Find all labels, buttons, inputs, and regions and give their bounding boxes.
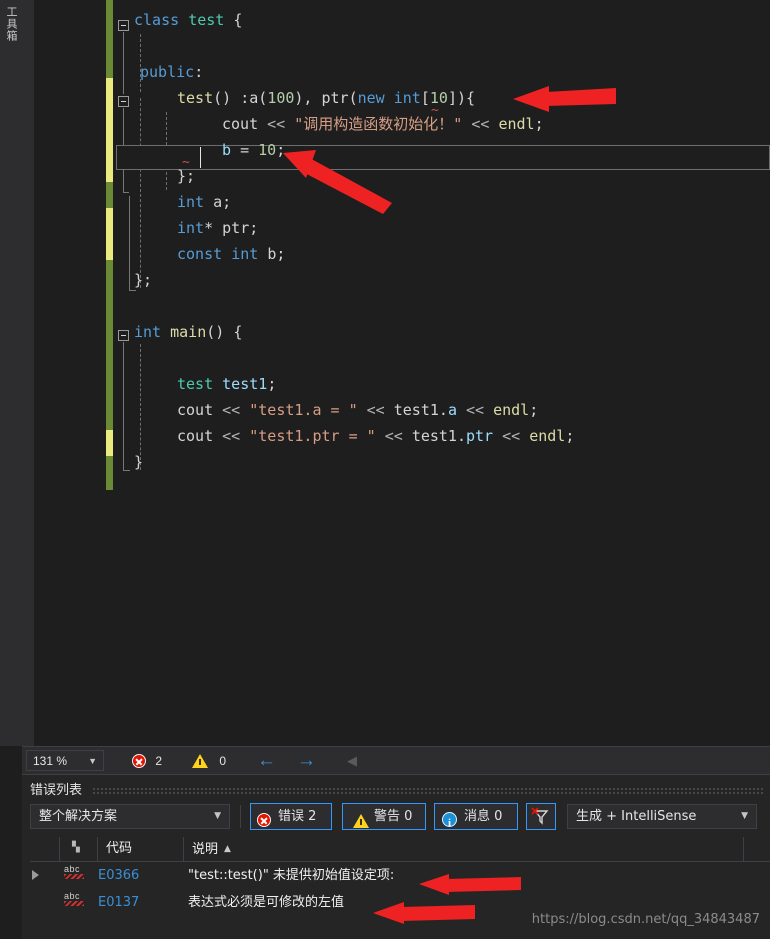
chevron-down-icon: ▼ — [214, 811, 221, 821]
code-line-18: } — [134, 453, 144, 471]
code-line-7: }; — [177, 167, 196, 185]
watermark-text: https://blog.csdn.net/qq_34843487 — [531, 912, 760, 927]
code-line-9: int* ptr; — [177, 219, 259, 237]
error-icon — [257, 813, 271, 827]
row-description-value: 表达式必须是可修改的左值 — [188, 895, 345, 910]
build-filter-value: 生成 + IntelliSense — [576, 809, 697, 824]
build-filter-combo[interactable]: 生成 + IntelliSense ▼ — [567, 804, 757, 829]
messages-toggle-button[interactable]: 消息 0 — [434, 803, 518, 836]
status-error-count[interactable]: 2 — [132, 751, 162, 771]
toolbox-tab-label[interactable]: 工具箱 — [3, 6, 19, 42]
filter-icon — [531, 807, 549, 825]
clear-filter-button[interactable] — [526, 803, 556, 830]
code-line-16: cout << "test1.a = " << test1.a << endl; — [177, 401, 539, 419]
editor-status-bar: 131 % ▼ 2 0 ← → ◀ — [22, 746, 770, 775]
warning-icon — [353, 814, 369, 828]
error-icon — [132, 754, 146, 768]
column-header-description-label: 说明 — [192, 842, 219, 857]
zoom-level-value: 131 % — [33, 754, 68, 768]
code-line-4: test() :a(100), ptr(new int[10]){ — [177, 89, 476, 107]
sort-indicator-icon: ▚ — [72, 842, 80, 853]
warnings-toggle-button[interactable]: 警告 0 — [342, 803, 426, 830]
code-line-11: }; — [134, 271, 153, 289]
error-list-toolbar: 整个解决方案 ▼ 错误 2 警告 0 消息 0 — [22, 801, 770, 836]
error-list-header-row: ▚ 代码 说明 ▲ — [30, 837, 770, 862]
code-line-15: test test1; — [177, 375, 277, 393]
code-line-17: cout << "test1.ptr = " << test1.ptr << e… — [177, 427, 575, 445]
code-line-10: const int b; — [177, 245, 286, 263]
messages-toggle-label: 消息 0 — [464, 809, 503, 824]
status-warning-count[interactable]: 0 — [192, 751, 226, 771]
column-header-icon[interactable]: ▚ — [60, 837, 98, 861]
editor-code-text[interactable]: class test { public: test() :a(100), ptr… — [22, 0, 770, 746]
zoom-level-combo[interactable]: 131 % ▼ — [26, 750, 104, 771]
code-editor[interactable]: ~ ~ class test { public: test() :a(100),… — [22, 0, 770, 746]
toolbox-tab-strip[interactable]: 工具箱 — [0, 0, 23, 746]
next-error-button[interactable]: → — [297, 751, 316, 771]
code-line-8: int a; — [177, 193, 232, 211]
scope-filter-value: 整个解决方案 — [39, 809, 118, 824]
panel-drag-grip[interactable] — [92, 787, 764, 794]
status-warning-count-value: 0 — [219, 754, 227, 768]
abc-squiggle-icon: abc — [64, 864, 86, 885]
column-header-description[interactable]: 说明 ▲ — [184, 837, 744, 861]
table-row[interactable]: abc E0366 "test::test()" 未提供初始值设定项: — [30, 862, 770, 889]
warnings-toggle-label: 警告 0 — [374, 809, 413, 824]
column-header-expander[interactable] — [30, 837, 60, 861]
visual-studio-window: 工具箱 ~ ~ class test {public: test():a(1… — [0, 0, 770, 939]
status-error-count-value: 2 — [155, 754, 163, 768]
code-line-13: int main() { — [134, 323, 243, 341]
collapse-panel-button[interactable]: ◀ — [347, 751, 357, 771]
warning-icon — [192, 754, 208, 768]
row-code-value[interactable]: E0137 — [98, 889, 139, 916]
sort-ascending-icon: ▲ — [224, 844, 231, 854]
previous-error-button[interactable]: ← — [257, 751, 276, 771]
column-header-code[interactable]: 代码 — [98, 837, 184, 861]
chevron-down-icon: ▼ — [88, 756, 97, 766]
row-code-value[interactable]: E0366 — [98, 862, 139, 889]
info-icon — [442, 811, 457, 836]
code-line-1: class test { — [134, 11, 243, 29]
code-line-5: cout << "调用构造函数初始化！" << endl; — [222, 115, 544, 133]
code-line-3: public: — [140, 63, 204, 81]
error-list-grid[interactable]: ▚ 代码 说明 ▲ abc E0366 "test::test()" 未提供初始值… — [30, 837, 770, 916]
errors-toggle-button[interactable]: 错误 2 — [250, 803, 332, 830]
chevron-down-icon: ▼ — [741, 811, 748, 821]
code-line-6: b = 10; — [222, 141, 286, 159]
error-list-title: 错误列表 — [30, 783, 83, 798]
errors-toggle-label: 错误 2 — [278, 809, 317, 824]
row-expander-icon[interactable] — [32, 870, 39, 880]
scope-filter-combo[interactable]: 整个解决方案 ▼ — [30, 804, 230, 829]
row-description-value: "test::test()" 未提供初始值设定项: — [188, 868, 395, 883]
error-list-panel: 错误列表 整个解决方案 ▼ 错误 2 警告 0 消息 0 — [22, 774, 770, 939]
abc-squiggle-icon: abc — [64, 891, 86, 912]
